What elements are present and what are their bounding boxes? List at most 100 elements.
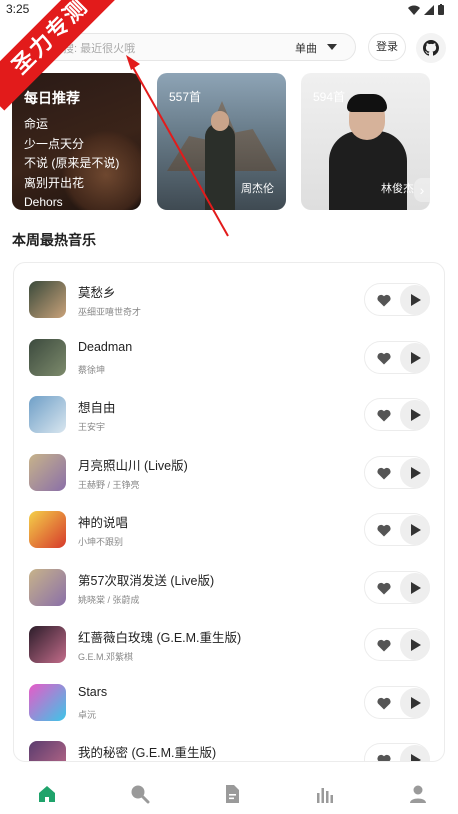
daily-recommend-card[interactable]: 每日推荐 命运 少一点天分 不说 (原来是不说) 离别开出花 Dehors [12,73,141,210]
song-row[interactable]: 红蔷薇白玫瑰 (G.E.M.重生版) G.E.M.邓紫棋 [14,616,444,674]
song-cover [29,338,66,376]
artist-name: 周杰伦 [241,183,274,195]
song-title: 月亮照山川 (Live版) [78,458,188,473]
daily-song-list: 命运 少一点天分 不说 (原来是不说) 离别开出花 Dehors [24,115,119,210]
heart-icon[interactable] [377,754,391,762]
song-cover [29,626,66,663]
heart-icon[interactable] [377,294,391,307]
artist-song-count: 594首 [313,90,346,104]
artist-photo [205,123,235,210]
song-cover [29,511,66,548]
daily-song: 不说 (原来是不说) [24,156,120,170]
search-placeholder: 搜: 最近很火哦 [63,43,136,55]
search-type-select[interactable]: 单曲 [295,40,317,56]
heart-icon[interactable] [377,524,391,537]
song-row[interactable]: 第57次取消发送 (Live版) 姚晓棠 / 张蔚成 [14,559,444,617]
song-row[interactable]: 我的秘密 (G.E.M.重生版)G.E.M.邓紫棋 [14,731,444,762]
play-icon[interactable] [400,745,430,761]
status-icons [408,4,444,15]
artist-card-jay-chou[interactable]: 557首 周杰伦 [157,73,286,210]
song-row[interactable]: Stars 卓沅 [14,674,444,732]
song-row[interactable]: 想自由 王安宇 [14,386,444,444]
section-title: 本周最热音乐 [12,232,96,248]
document-icon[interactable] [222,784,242,804]
wifi-icon [408,5,420,15]
daily-song: 离别开出花 [24,175,85,190]
song-artist: 巫细亚嘻世奇才 [78,307,142,317]
song-title: 我的秘密 (G.E.M.重生版) [78,746,217,760]
chevron-right-icon[interactable]: › [414,178,430,202]
song-actions [364,398,430,431]
song-cover [29,741,66,761]
song-title: 想自由 [78,401,116,415]
song-actions [364,743,430,762]
chevron-down-icon[interactable] [327,44,337,50]
heart-icon[interactable] [377,467,391,480]
song-artist: 蔡徐坤 [78,364,106,375]
song-artist: 姚晓棠 / 张蔚成 [78,594,140,605]
song-cover [29,683,66,721]
heart-icon[interactable] [377,409,391,422]
play-icon[interactable] [400,342,430,373]
heart-icon[interactable] [377,582,391,595]
play-icon[interactable] [400,457,430,488]
heart-icon[interactable] [377,697,391,710]
user-icon[interactable] [408,784,428,804]
song-row[interactable]: Deadman 蔡徐坤 [14,329,444,387]
play-icon[interactable] [400,515,430,545]
home-icon[interactable] [37,784,57,804]
song-title: 神的说唱 [78,516,129,530]
search-icon[interactable] [130,784,150,804]
song-artist: 卓沅 [78,709,97,720]
login-button[interactable]: 登录 [368,33,406,61]
play-icon[interactable] [400,572,430,603]
chart-icon[interactable] [315,784,335,804]
battery-icon [438,4,444,15]
artist-photo-hair [347,94,387,112]
heart-icon[interactable] [377,352,391,365]
artist-name: 林俊杰 [381,183,414,195]
song-artist: G.E.M.邓紫棋 [78,652,134,662]
daily-song: Dehors [24,195,63,209]
daily-title: 每日推荐 [24,90,80,106]
song-cover [29,281,66,318]
song-artist: 小坤不跟别 [78,537,124,547]
artist-photo [329,131,407,210]
hot-songs-list: 莫愁乡巫细亚嘻世奇才 Deadman 蔡徐坤想自由王安宇月亮照山川 (Live版) 王… [13,262,445,762]
song-cover [29,568,66,606]
github-icon [423,40,439,56]
song-title: 莫愁乡 [78,286,116,300]
song-actions [364,570,430,604]
artist-photo-head [211,111,229,131]
status-time: 3:25 [6,2,30,16]
song-title: 第57次取消发送 (Live版) [78,573,215,588]
song-cover [29,453,66,491]
song-row[interactable]: 月亮照山川 (Live版) 王赫野 / 王铮亮 [14,444,444,502]
github-button[interactable] [416,33,446,63]
play-icon[interactable] [400,285,430,315]
song-title: 红蔷薇白玫瑰 (G.E.M.重生版) [78,631,242,645]
heart-icon[interactable] [377,639,391,652]
song-cover [29,396,66,433]
song-actions [364,283,430,316]
song-row[interactable]: 神的说唱 小坤不跟别 [14,501,444,559]
song-actions [364,340,430,374]
song-actions [364,685,430,719]
song-artist: 王赫野 / 王铮亮 [78,479,140,490]
song-artist: 王安宇 [78,422,106,432]
play-icon[interactable] [400,687,430,718]
song-title: Deadman [78,339,133,354]
song-actions [364,513,430,546]
play-icon[interactable] [400,630,430,660]
signal-icon [424,4,434,15]
bottom-nav [0,762,458,814]
song-title: Stars [78,684,108,699]
song-row[interactable]: 莫愁乡巫细亚嘻世奇才 [14,271,444,329]
daily-song: 少一点天分 [24,136,85,151]
artist-card-jj-lin[interactable]: 594首 林俊杰 › [301,73,430,210]
song-actions [364,628,430,661]
play-icon[interactable] [400,400,430,430]
artist-song-count: 557首 [169,90,202,104]
song-actions [364,455,430,489]
daily-song: 命运 [24,117,49,131]
